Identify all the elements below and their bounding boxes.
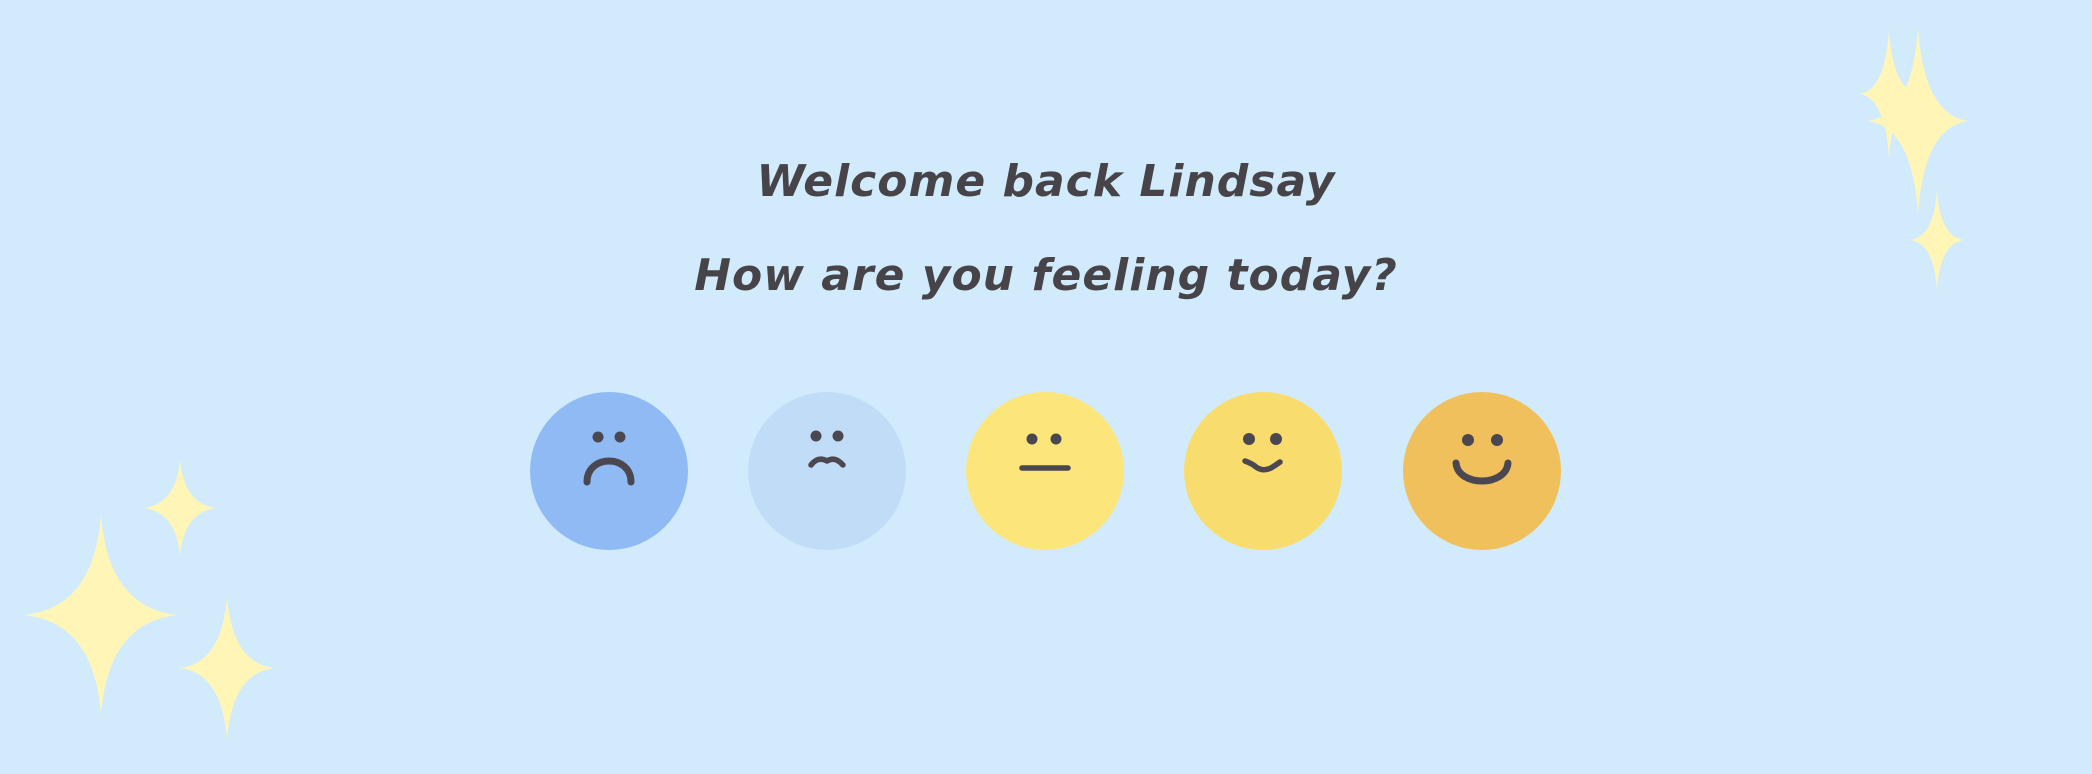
sparkle-icon xyxy=(180,596,274,740)
mood-question: How are you feeling today? xyxy=(694,250,1398,301)
mood-very-happy-button[interactable] xyxy=(1402,391,1562,551)
very-sad-face-icon xyxy=(530,392,688,550)
mood-happy-button[interactable] xyxy=(1183,391,1343,551)
happy-face-icon xyxy=(1184,392,1342,550)
very-happy-face-icon xyxy=(1403,392,1561,550)
welcome-heading: Welcome back Lindsay xyxy=(756,156,1336,207)
mood-neutral-button[interactable] xyxy=(965,391,1125,551)
mood-very-sad-button[interactable] xyxy=(529,391,689,551)
neutral-face-icon xyxy=(966,392,1124,550)
mood-selector xyxy=(0,391,2092,551)
mood-checkin-screen: Welcome back Lindsay How are you feeling… xyxy=(0,0,2092,774)
sad-face-icon xyxy=(748,392,906,550)
mood-sad-button[interactable] xyxy=(747,391,907,551)
sparkle-icon xyxy=(1860,30,1918,158)
